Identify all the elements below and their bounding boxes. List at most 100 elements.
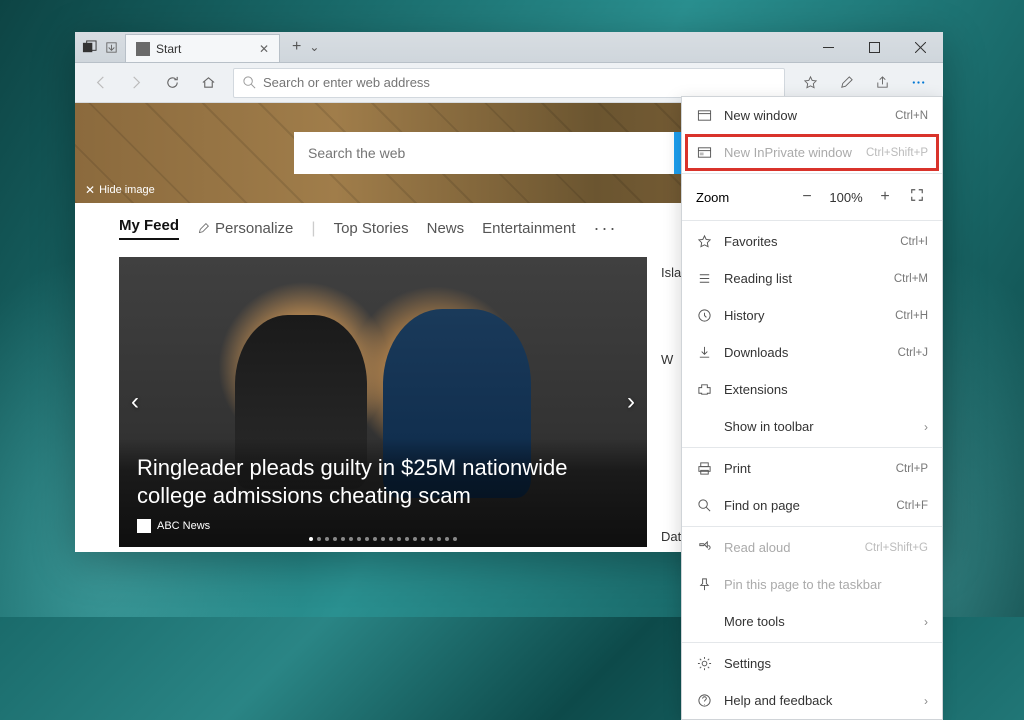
list-icon [696, 271, 712, 287]
hide-image-label: Hide image [99, 184, 155, 196]
help-icon [696, 693, 712, 709]
nav-personalize[interactable]: Personalize [197, 220, 293, 237]
divider: | [311, 220, 315, 238]
menu-shortcut: Ctrl+Shift+G [865, 542, 928, 554]
home-button[interactable] [191, 66, 225, 100]
source-logo [137, 519, 151, 533]
pencil-icon [197, 222, 210, 235]
menu-pin-taskbar: Pin this page to the taskbar [682, 566, 942, 603]
menu-label: Reading list [724, 271, 882, 286]
gear-icon [696, 656, 712, 672]
forward-button[interactable] [119, 66, 153, 100]
web-search-input[interactable] [294, 132, 674, 174]
menu-label: Print [724, 461, 884, 476]
print-icon [696, 461, 712, 477]
menu-shortcut: Ctrl+P [896, 463, 928, 475]
carousel-dots[interactable] [309, 537, 457, 541]
nav-more[interactable]: ··· [594, 218, 618, 239]
favorite-button[interactable] [793, 66, 827, 100]
tab-title: Start [156, 42, 253, 56]
tab-actions-icon[interactable] [81, 39, 97, 55]
pin-icon [696, 577, 712, 593]
menu-label: Pin this page to the taskbar [724, 577, 928, 592]
nav-top-stories[interactable]: Top Stories [334, 220, 409, 237]
extensions-icon [696, 382, 712, 398]
menu-label: Read aloud [724, 540, 853, 555]
tab-favicon [136, 42, 150, 56]
menu-new-window[interactable]: New window Ctrl+N [682, 97, 942, 134]
zoom-value: 100% [828, 190, 864, 205]
menu-shortcut: Ctrl+F [896, 500, 928, 512]
menu-reading-list[interactable]: Reading list Ctrl+M [682, 260, 942, 297]
read-aloud-icon [696, 540, 712, 556]
new-tab-button[interactable]: +⌄ [280, 32, 331, 62]
carousel-next[interactable]: › [627, 388, 635, 416]
settings-menu: New window Ctrl+N New InPrivate window C… [681, 96, 943, 720]
menu-downloads[interactable]: Downloads Ctrl+J [682, 334, 942, 371]
search-icon [696, 498, 712, 514]
nav-entertainment[interactable]: Entertainment [482, 220, 575, 237]
menu-label: Favorites [724, 234, 888, 249]
menu-shortcut: Ctrl+Shift+P [866, 147, 928, 159]
source-name: ABC News [157, 520, 210, 532]
article-headline: Ringleader pleads guilty in $25M nationw… [137, 454, 595, 511]
menu-label: Show in toolbar [724, 419, 912, 434]
back-button[interactable] [83, 66, 117, 100]
headline-article[interactable]: ‹ › Ringleader pleads guilty in $25M nat… [119, 257, 647, 547]
menu-settings[interactable]: Settings [682, 645, 942, 682]
menu-label: Downloads [724, 345, 886, 360]
menu-extensions[interactable]: Extensions [682, 371, 942, 408]
menu-label: More tools [724, 614, 912, 629]
menu-read-aloud: Read aloud Ctrl+Shift+G [682, 529, 942, 566]
menu-shortcut: Ctrl+N [895, 110, 928, 122]
carousel-prev[interactable]: ‹ [131, 388, 139, 416]
tab-start[interactable]: Start ✕ [125, 34, 280, 62]
set-aside-icon[interactable] [103, 39, 119, 55]
menu-shortcut: Ctrl+H [895, 310, 928, 322]
star-icon [696, 234, 712, 250]
zoom-label: Zoom [696, 190, 786, 205]
inprivate-icon [696, 145, 712, 161]
address-input[interactable] [263, 75, 776, 90]
search-icon [242, 75, 257, 90]
share-button[interactable] [865, 66, 899, 100]
notes-button[interactable] [829, 66, 863, 100]
minimize-button[interactable] [805, 32, 851, 62]
zoom-out-button[interactable]: − [796, 188, 818, 206]
menu-label: New InPrivate window [724, 145, 854, 160]
menu-label: New window [724, 108, 883, 123]
menu-more-tools[interactable]: More tools › [682, 603, 942, 640]
nav-my-feed[interactable]: My Feed [119, 217, 179, 240]
menu-help[interactable]: Help and feedback › [682, 682, 942, 719]
menu-print[interactable]: Print Ctrl+P [682, 450, 942, 487]
nav-personalize-label: Personalize [215, 220, 293, 237]
hide-image-button[interactable]: ✕ Hide image [85, 183, 155, 197]
menu-history[interactable]: History Ctrl+H [682, 297, 942, 334]
close-button[interactable] [897, 32, 943, 62]
menu-favorites[interactable]: Favorites Ctrl+I [682, 223, 942, 260]
menu-label: Settings [724, 656, 928, 671]
history-icon [696, 308, 712, 324]
menu-new-inprivate[interactable]: New InPrivate window Ctrl+Shift+P [682, 134, 942, 171]
titlebar: Start ✕ +⌄ [75, 32, 943, 63]
nav-news[interactable]: News [427, 220, 465, 237]
refresh-button[interactable] [155, 66, 189, 100]
maximize-button[interactable] [851, 32, 897, 62]
plus-icon: + [288, 38, 305, 56]
window-icon [696, 108, 712, 124]
chevron-down-icon[interactable]: ⌄ [305, 40, 323, 54]
chevron-right-icon: › [924, 420, 928, 434]
address-bar[interactable] [233, 68, 785, 98]
fullscreen-button[interactable] [906, 188, 928, 207]
settings-more-button[interactable] [901, 66, 935, 100]
menu-find[interactable]: Find on page Ctrl+F [682, 487, 942, 524]
zoom-in-button[interactable]: + [874, 188, 896, 206]
chevron-right-icon: › [924, 694, 928, 708]
web-search-bar[interactable]: web [294, 132, 724, 174]
menu-shortcut: Ctrl+J [898, 347, 928, 359]
menu-show-toolbar[interactable]: Show in toolbar › [682, 408, 942, 445]
menu-label: Find on page [724, 498, 884, 513]
close-icon: ✕ [85, 183, 95, 197]
menu-shortcut: Ctrl+M [894, 273, 928, 285]
close-icon[interactable]: ✕ [259, 42, 269, 56]
